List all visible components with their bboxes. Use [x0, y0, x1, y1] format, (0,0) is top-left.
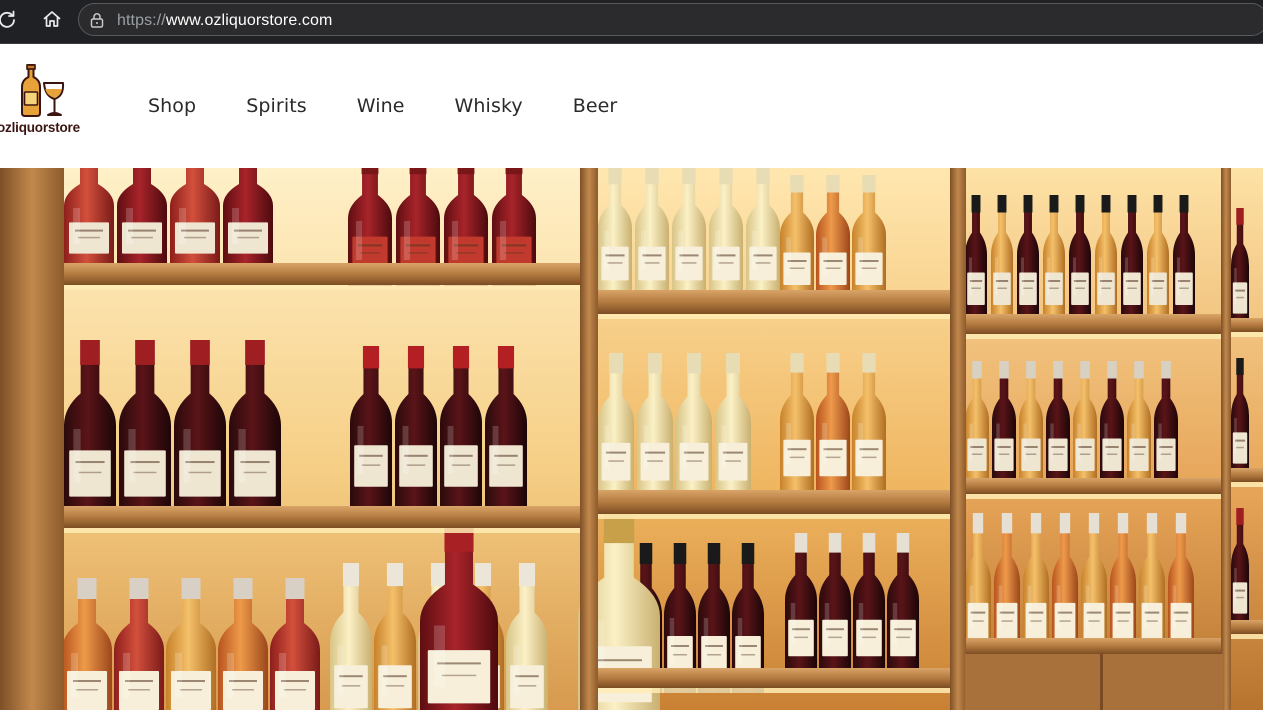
wooden-shelf [1231, 468, 1263, 482]
wooden-shelf [64, 506, 582, 528]
site-header: ozliquorstore Shop Spirits Wine Whisky B… [0, 44, 1263, 168]
home-button[interactable] [39, 6, 65, 32]
wooden-shelf [965, 478, 1223, 494]
bottle-and-wine-glass-icon [21, 64, 65, 117]
nav-wine[interactable]: Wine [357, 95, 405, 117]
wooden-shelf [598, 668, 952, 688]
wooden-shelf [1231, 318, 1263, 332]
nav-beer[interactable]: Beer [573, 95, 618, 117]
home-icon [43, 11, 61, 27]
wooden-shelf [64, 263, 582, 285]
url-text[interactable]: https://www.ozliquorstore.com [117, 11, 332, 31]
logo-text: ozliquorstore [0, 120, 80, 135]
wooden-shelf [1231, 620, 1263, 634]
hero-banner [0, 168, 1263, 710]
hero-image [0, 168, 1263, 710]
address-bar[interactable]: https://www.ozliquorstore.com [78, 3, 1263, 36]
lock-icon[interactable] [88, 11, 106, 29]
nav-shop[interactable]: Shop [148, 95, 196, 117]
browser-toolbar: https://www.ozliquorstore.com [0, 0, 1263, 44]
wooden-shelf [965, 638, 1223, 654]
wooden-shelf [598, 490, 952, 514]
reload-button[interactable] [0, 6, 20, 32]
wooden-shelf [965, 314, 1223, 334]
nav-whisky[interactable]: Whisky [455, 95, 523, 117]
site-logo[interactable]: ozliquorstore [0, 60, 100, 140]
main-nav: Shop Spirits Wine Whisky Beer [148, 92, 617, 120]
url-host: www.ozliquorstore.com [165, 12, 333, 29]
wooden-shelf [598, 290, 952, 314]
nav-spirits[interactable]: Spirits [246, 95, 307, 117]
url-scheme: https:// [117, 12, 166, 29]
reload-icon [0, 10, 15, 28]
